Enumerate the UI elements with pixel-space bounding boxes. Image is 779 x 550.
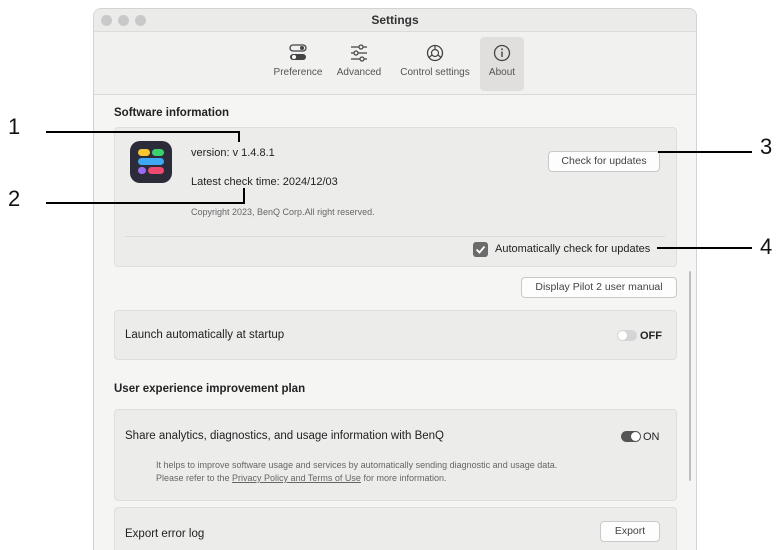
- tab-advanced-label: Advanced: [336, 67, 382, 78]
- control-icon: [426, 44, 444, 62]
- divider: [125, 236, 665, 237]
- checkmark-icon: [475, 245, 486, 254]
- launch-toggle[interactable]: [617, 330, 637, 341]
- scrollbar[interactable]: [689, 271, 691, 481]
- info-icon: [493, 44, 511, 62]
- callout-1-number: 1: [8, 114, 21, 139]
- share-analytics-card: Share analytics, diagnostics, and usage …: [114, 409, 677, 501]
- share-description: It helps to improve software usage and s…: [156, 460, 558, 470]
- toggle-icon: [289, 44, 307, 60]
- user-manual-button[interactable]: Display Pilot 2 user manual: [521, 277, 677, 298]
- ux-section-title: User experience improvement plan: [114, 383, 306, 395]
- privacy-policy-link[interactable]: Privacy Policy and Terms of Use: [232, 473, 361, 483]
- tab-preference-label: Preference: [273, 67, 323, 78]
- check-for-updates-button[interactable]: Check for updates: [548, 151, 660, 172]
- version-text: version: v 1.4.8.1: [191, 147, 275, 159]
- callout-1-tick: [238, 131, 240, 142]
- toggle-knob: [631, 432, 640, 441]
- software-section-title: Software information: [114, 107, 230, 119]
- launch-state: OFF: [640, 330, 662, 342]
- tab-control-settings[interactable]: Control settings: [395, 37, 475, 91]
- software-info-card: version: v 1.4.8.1 Latest check time: 20…: [114, 127, 677, 267]
- share-description-2: Please refer to the Privacy Policy and T…: [156, 473, 446, 483]
- toggle-knob: [618, 331, 627, 340]
- window-title: Settings: [371, 13, 419, 27]
- callout-1-line: [46, 131, 240, 133]
- share-state: ON: [643, 431, 660, 443]
- export-label: Export error log: [125, 528, 205, 540]
- desc-prefix: Please refer to the: [156, 473, 233, 483]
- tab-preference[interactable]: Preference: [270, 37, 326, 91]
- export-button[interactable]: Export: [600, 521, 660, 542]
- settings-toolbar: Preference Advanced Control settings Abo…: [94, 32, 696, 95]
- callout-4-number: 4: [760, 234, 773, 259]
- auto-check-label: Automatically check for updates: [495, 243, 651, 255]
- copyright-text: Copyright 2023, BenQ Corp.All right rese…: [191, 207, 375, 217]
- share-label: Share analytics, diagnostics, and usage …: [125, 430, 444, 442]
- tab-about-label: About: [488, 67, 516, 78]
- settings-window: Settings Preference Advanced Control set…: [93, 8, 697, 550]
- auto-check-checkbox[interactable]: [473, 242, 488, 257]
- callout-3-line: [658, 151, 752, 153]
- launch-card: Launch automatically at startup OFF: [114, 310, 677, 360]
- check-time-text: Latest check time: 2024/12/03: [191, 176, 338, 188]
- callout-2-number: 2: [8, 186, 21, 211]
- export-card: Export error log Export: [114, 507, 677, 550]
- callout-4-line: [657, 247, 752, 249]
- tab-about[interactable]: About: [480, 37, 524, 91]
- share-toggle[interactable]: [621, 431, 641, 442]
- callout-3-number: 3: [760, 134, 773, 159]
- tab-advanced[interactable]: Advanced: [334, 37, 384, 91]
- callout-2-tick: [243, 188, 245, 204]
- launch-label: Launch automatically at startup: [125, 329, 285, 341]
- sliders-icon: [351, 44, 367, 62]
- title-bar: Settings: [94, 9, 696, 32]
- desc-suffix: for more information.: [360, 473, 447, 483]
- app-logo: [130, 141, 172, 183]
- tab-control-settings-label: Control settings: [400, 67, 470, 78]
- callout-2-line: [46, 202, 245, 204]
